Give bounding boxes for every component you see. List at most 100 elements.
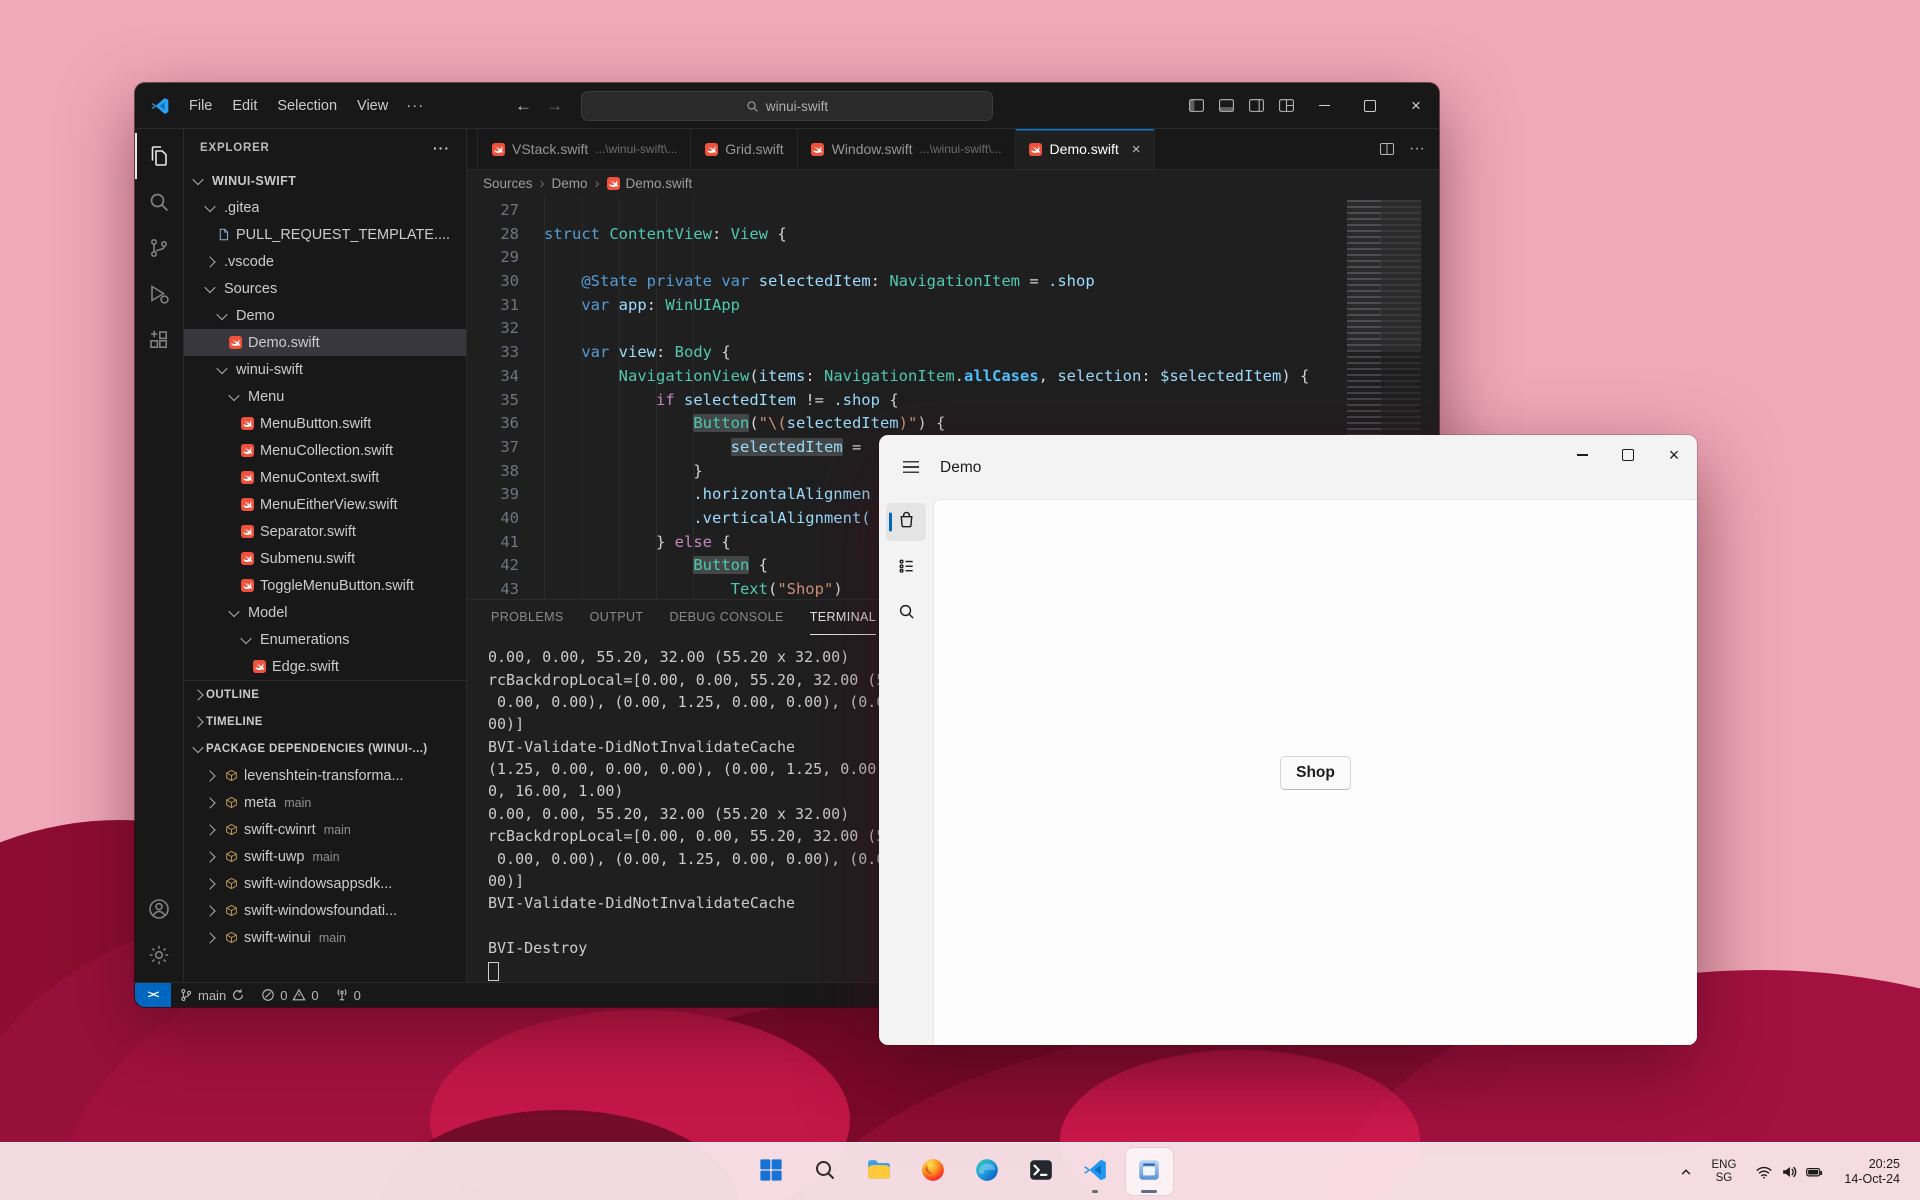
editor-more-icon[interactable]: ··· [1409, 140, 1425, 158]
menu-view[interactable]: View [347, 93, 398, 119]
tab-close-icon[interactable]: × [1132, 141, 1141, 158]
tree-item-vscode[interactable]: .vscode [184, 248, 466, 275]
run-debug-icon[interactable] [135, 271, 183, 317]
tab-label: Demo.swift [1049, 141, 1119, 157]
taskbar-edge-button[interactable] [964, 1148, 1011, 1195]
package-item-swift-cwinrt[interactable]: swift-cwinrt main [184, 816, 466, 843]
tree-item-menubutton-swift[interactable]: MenuButton.swift [184, 410, 466, 437]
window-maximize-button[interactable] [1347, 83, 1393, 128]
hamburger-menu-button[interactable] [894, 451, 928, 483]
chevron-right-icon [204, 931, 216, 944]
section-outline[interactable]: OUTLINE [184, 681, 466, 708]
panel-tab-problems[interactable]: PROBLEMS [491, 600, 564, 635]
package-item-levenshtein-transforma[interactable]: levenshtein-transforma... [184, 762, 466, 789]
section-label: OUTLINE [206, 688, 260, 701]
tree-item-menu[interactable]: Menu [184, 383, 466, 410]
menu-selection[interactable]: Selection [267, 93, 347, 119]
tree-label: Submenu.swift [260, 550, 356, 567]
problems-indicator[interactable]: 0 0 [253, 983, 326, 1007]
editor-tab-grid-swift[interactable]: Grid.swift [691, 129, 798, 169]
taskbar-vscode-button[interactable] [1072, 1148, 1119, 1195]
toggle-sidebar-icon[interactable] [1181, 91, 1211, 121]
search-sidebar-icon[interactable] [135, 179, 183, 225]
tree-item-winui-swift[interactable]: WINUI-SWIFT [184, 167, 466, 194]
tree-item-pull-request-template[interactable]: PULL_REQUEST_TEMPLATE.... [184, 221, 466, 248]
panel-tab-debug-console[interactable]: DEBUG CONSOLE [669, 600, 783, 635]
explorer-icon[interactable] [135, 133, 183, 179]
menu-file[interactable]: File [179, 93, 222, 119]
extensions-icon[interactable] [135, 317, 183, 363]
code-text: NavigationView(items: NavigationItem.all… [618, 366, 1310, 385]
tree-item-gitea[interactable]: .gitea [184, 194, 466, 221]
clock[interactable]: 20:25 14-Oct-24 [1836, 1157, 1908, 1187]
toggle-panel-icon[interactable] [1211, 91, 1241, 121]
taskbar-explorer-button[interactable] [856, 1148, 903, 1195]
tab-label: Window.swift [831, 141, 913, 157]
taskbar-search-button[interactable] [802, 1148, 849, 1195]
package-item-swift-uwp[interactable]: swift-uwp main [184, 843, 466, 870]
menu-edit[interactable]: Edit [222, 93, 267, 119]
package-label: swift-windowsappsdk... [244, 875, 393, 892]
nav-item-list[interactable] [886, 549, 926, 587]
taskbar-terminal-button[interactable] [1018, 1148, 1065, 1195]
taskbar-start-button[interactable] [748, 1148, 795, 1195]
language-indicator[interactable]: ENG SG [1704, 1159, 1743, 1185]
demo-minimize-button[interactable] [1559, 435, 1605, 475]
source-control-icon[interactable] [135, 225, 183, 271]
demo-maximize-button[interactable] [1605, 435, 1651, 475]
settings-gear-icon[interactable] [135, 932, 183, 978]
breadcrumb-item-demo[interactable]: Demo [552, 176, 588, 191]
tray-chevron-up-icon[interactable] [1674, 1152, 1698, 1192]
chevron-right-icon [204, 769, 216, 782]
explorer-more-icon[interactable]: ··· [433, 140, 450, 156]
panel-tab-terminal[interactable]: TERMINAL [809, 600, 877, 635]
package-item-swift-winui[interactable]: swift-winui main [184, 924, 466, 951]
tree-item-demo[interactable]: Demo [184, 302, 466, 329]
demo-app-icon [1136, 1157, 1162, 1186]
command-center-search[interactable]: winui-swift [581, 91, 993, 121]
editor-tab-vstack-swift[interactable]: VStack.swift ...\winui-swift\... [478, 129, 692, 169]
tree-item-edge-swift[interactable]: Edge.swift [184, 653, 466, 680]
panel-tab-output[interactable]: OUTPUT [590, 600, 644, 635]
section-package-dependencies-winui[interactable]: PACKAGE DEPENDENCIES (WINUI-...) [184, 735, 466, 762]
breadcrumb-item-sources[interactable]: Sources [483, 176, 533, 191]
tree-item-menueitherview-swift[interactable]: MenuEitherView.swift [184, 491, 466, 518]
package-item-meta[interactable]: meta main [184, 789, 466, 816]
tree-item-submenu-swift[interactable]: Submenu.swift [184, 545, 466, 572]
customize-layout-icon[interactable] [1271, 91, 1301, 121]
split-editor-icon[interactable] [1379, 141, 1395, 157]
package-item-swift-windowsfoundati[interactable]: swift-windowsfoundati... [184, 897, 466, 924]
tree-item-winui-swift[interactable]: winui-swift [184, 356, 466, 383]
taskbar-firefox-button[interactable] [910, 1148, 957, 1195]
nav-item-search[interactable] [886, 595, 926, 633]
editor-tab-demo-swift[interactable]: Demo.swift × [1015, 129, 1155, 169]
shop-button[interactable]: Shop [1280, 755, 1351, 790]
window-minimize-button[interactable] [1301, 83, 1347, 128]
tray-status-icons[interactable] [1749, 1152, 1830, 1192]
editor-tab-window-swift[interactable]: Window.swift ...\winui-swift\... [797, 129, 1016, 169]
tree-item-separator-swift[interactable]: Separator.swift [184, 518, 466, 545]
swift-file-icon [491, 142, 505, 156]
breadcrumb-item-demo-swift[interactable]: Demo.swift [607, 176, 692, 191]
taskbar-demo-app-button[interactable] [1125, 1148, 1173, 1195]
tree-item-sources[interactable]: Sources [184, 275, 466, 302]
toggle-secondary-sidebar-icon[interactable] [1241, 91, 1271, 121]
remote-indicator[interactable]: >< [135, 983, 171, 1007]
nav-item-bag[interactable] [886, 503, 926, 541]
account-icon[interactable] [135, 886, 183, 932]
menu-more-icon[interactable]: ··· [398, 97, 432, 114]
section-timeline[interactable]: TIMELINE [184, 708, 466, 735]
tree-item-menucontext-swift[interactable]: MenuContext.swift [184, 464, 466, 491]
tree-item-demo-swift[interactable]: Demo.swift [184, 329, 466, 356]
forward-button[interactable]: → [546, 96, 563, 116]
package-item-swift-windowsappsdk[interactable]: swift-windowsappsdk... [184, 870, 466, 897]
tree-item-menucollection-swift[interactable]: MenuCollection.swift [184, 437, 466, 464]
back-button[interactable]: ← [515, 96, 532, 116]
tree-item-togglemenubutton-swift[interactable]: ToggleMenuButton.swift [184, 572, 466, 599]
tree-item-enumerations[interactable]: Enumerations [184, 626, 466, 653]
branch-indicator[interactable]: main [171, 983, 253, 1007]
demo-close-button[interactable]: × [1651, 435, 1697, 475]
ports-indicator[interactable]: 0 [327, 983, 369, 1007]
window-close-button[interactable]: × [1393, 83, 1439, 128]
tree-item-model[interactable]: Model [184, 599, 466, 626]
